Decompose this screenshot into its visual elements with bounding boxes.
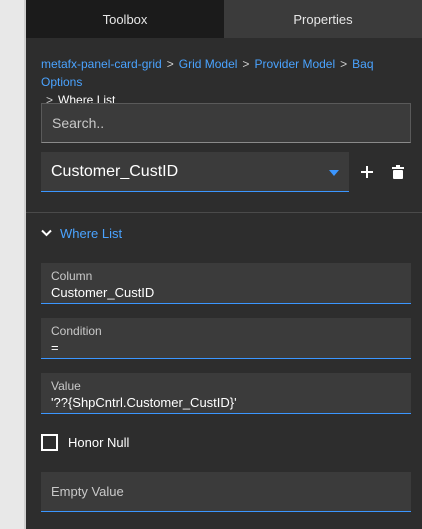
empty-value-label: Empty Value [51,484,124,499]
breadcrumb-separator: > [166,57,174,71]
trash-icon [392,165,404,179]
honor-null-checkbox[interactable] [41,433,58,451]
honor-null-label: Honor Null [68,434,130,450]
section-divider [26,212,422,213]
column-field[interactable]: Column Customer_CustID [41,263,411,304]
search-input[interactable]: Search.. [41,103,411,143]
value-field[interactable]: Value '??{ShpCntrl.Customer_CustID}' [41,373,411,414]
selector-value: Customer_CustID [51,162,179,180]
breadcrumb-link-provider-model[interactable]: Provider Model [254,57,335,71]
chevron-down-icon [41,229,52,237]
add-button[interactable] [358,162,376,182]
delete-button[interactable] [389,162,407,182]
condition-label: Condition [51,324,102,338]
tab-properties[interactable]: Properties [224,0,422,38]
breadcrumb-separator: > [242,57,250,71]
breadcrumb: metafx-panel-card-grid > Grid Model > Provid… [41,55,413,109]
condition-field[interactable]: Condition = [41,318,411,359]
column-value: Customer_CustID [51,285,155,300]
section-title: Where List [60,225,123,241]
breadcrumb-separator: > [340,57,348,71]
left-gutter [0,0,26,529]
breadcrumb-link-panel-card-grid[interactable]: metafx-panel-card-grid [41,57,162,71]
dropdown-arrow-icon[interactable] [329,170,339,176]
side-panel: Toolbox Properties metafx-panel-card-gri… [26,0,422,529]
panel-tabs: Toolbox Properties [26,0,422,38]
condition-value: = [51,340,59,355]
empty-value-field[interactable]: Empty Value [41,472,411,512]
plus-icon [361,166,373,178]
breadcrumb-link-grid-model[interactable]: Grid Model [179,57,238,71]
value-value: '??{ShpCntrl.Customer_CustID}' [51,395,237,410]
where-list-selector[interactable]: Customer_CustID [41,152,349,192]
tab-toolbox[interactable]: Toolbox [26,0,224,38]
honor-null-toggle[interactable]: Honor Null [41,431,129,453]
where-list-section-toggle[interactable]: Where List [41,223,122,243]
value-label: Value [51,379,81,393]
column-label: Column [51,269,93,283]
